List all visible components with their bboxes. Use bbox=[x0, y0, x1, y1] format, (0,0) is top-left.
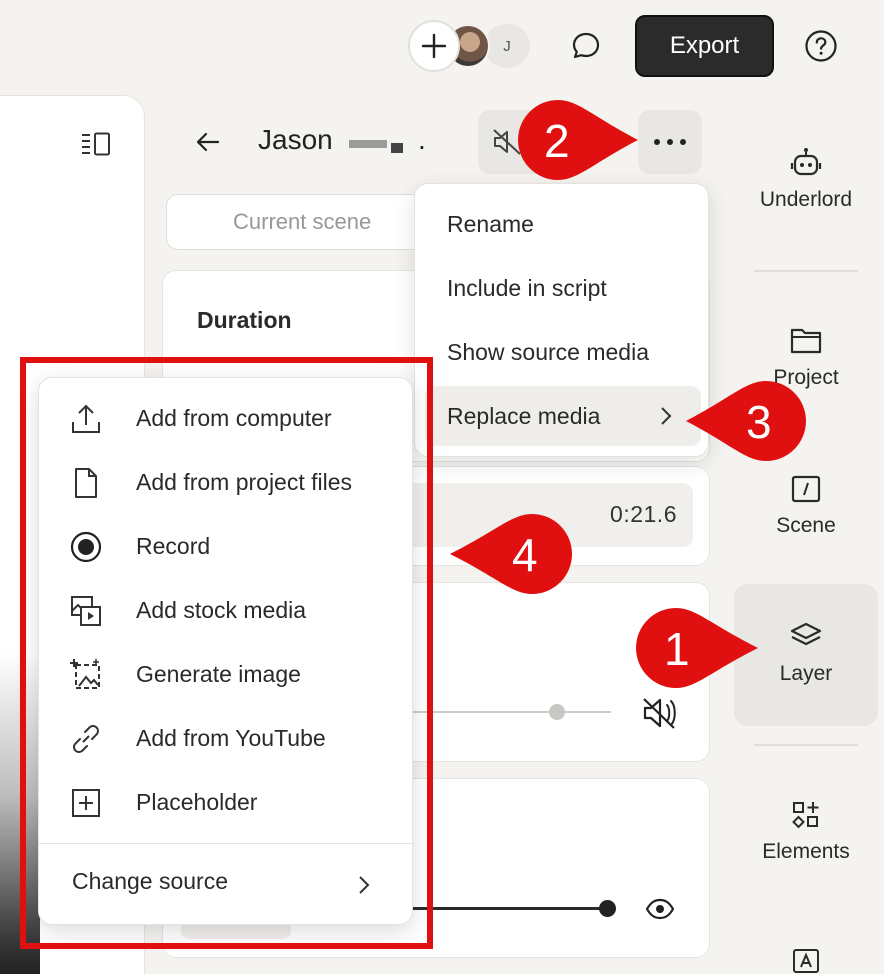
menu-item-show-source-media[interactable]: Show source media bbox=[425, 322, 701, 382]
elements-icon bbox=[792, 802, 819, 829]
menu-item-label: Rename bbox=[447, 210, 534, 237]
rail-item-elements[interactable]: Elements bbox=[734, 798, 878, 864]
rail-item-text[interactable] bbox=[734, 944, 878, 974]
comment-button[interactable] bbox=[566, 26, 606, 66]
eye-icon[interactable] bbox=[645, 897, 675, 921]
rail-label: Elements bbox=[762, 840, 850, 863]
panel-toggle-button[interactable] bbox=[80, 130, 112, 158]
menu-item-include-in-script[interactable]: Include in script bbox=[425, 258, 701, 318]
plus-icon bbox=[421, 33, 447, 59]
menu-item-label: Show source media bbox=[447, 338, 649, 365]
volume-slider-handle[interactable] bbox=[549, 704, 565, 720]
rail-label: Layer bbox=[779, 662, 833, 685]
highlight-box bbox=[20, 357, 433, 949]
collaborators: J bbox=[408, 20, 532, 72]
add-collaborator-button[interactable] bbox=[408, 20, 460, 72]
menu-item-label: Replace media bbox=[447, 402, 601, 429]
callout-3: 3 bbox=[684, 379, 808, 463]
layer-title-suffix: . bbox=[418, 124, 426, 155]
text-icon bbox=[793, 949, 819, 973]
speaker-muted-icon[interactable] bbox=[641, 695, 681, 731]
folder-icon bbox=[790, 328, 822, 354]
menu-item-rename[interactable]: Rename bbox=[425, 194, 701, 254]
rail-label: Scene bbox=[776, 514, 836, 537]
help-button[interactable] bbox=[801, 26, 841, 66]
chevron-right-icon bbox=[661, 407, 672, 425]
layer-title[interactable]: Jason bbox=[258, 124, 333, 156]
tab-label: Current scene bbox=[233, 209, 372, 234]
robot-icon bbox=[790, 148, 822, 176]
scene-icon bbox=[791, 475, 821, 503]
redaction-mark bbox=[391, 143, 403, 153]
avatar-initial[interactable]: J bbox=[484, 24, 530, 68]
rail-item-scene[interactable]: Scene bbox=[734, 472, 878, 538]
time-value: 0:21.6 bbox=[610, 501, 677, 527]
more-icon bbox=[654, 139, 686, 145]
rail-label: Underlord bbox=[759, 188, 853, 211]
more-options-button[interactable] bbox=[638, 110, 702, 174]
menu-item-label: Include in script bbox=[447, 274, 607, 301]
callout-number: 1 bbox=[664, 623, 690, 675]
callout-number: 2 bbox=[544, 115, 570, 167]
tab-current-scene[interactable]: Current scene bbox=[166, 194, 436, 250]
callout-1: 1 bbox=[634, 606, 760, 690]
callout-2: 2 bbox=[516, 98, 640, 182]
duration-label: Duration bbox=[197, 307, 292, 333]
arrow-left-icon bbox=[196, 132, 220, 152]
rail-divider bbox=[754, 744, 858, 746]
opacity-slider-handle[interactable] bbox=[599, 900, 616, 917]
callout-number: 4 bbox=[512, 529, 538, 581]
export-button[interactable]: Export bbox=[635, 15, 774, 77]
rail-divider bbox=[754, 270, 858, 272]
rail-item-underlord[interactable]: Underlord bbox=[734, 146, 878, 212]
back-button[interactable] bbox=[192, 126, 224, 158]
layer-context-menu: Rename Include in script Show source med… bbox=[414, 183, 709, 457]
layers-icon bbox=[790, 622, 822, 646]
sidebar-toggle-icon bbox=[82, 132, 110, 156]
help-icon bbox=[805, 30, 837, 62]
menu-item-replace-media[interactable]: Replace media bbox=[425, 386, 701, 446]
callout-number: 3 bbox=[746, 396, 772, 448]
comment-icon bbox=[572, 32, 600, 59]
callout-4: 4 bbox=[448, 512, 574, 596]
redaction-mark bbox=[349, 140, 387, 148]
